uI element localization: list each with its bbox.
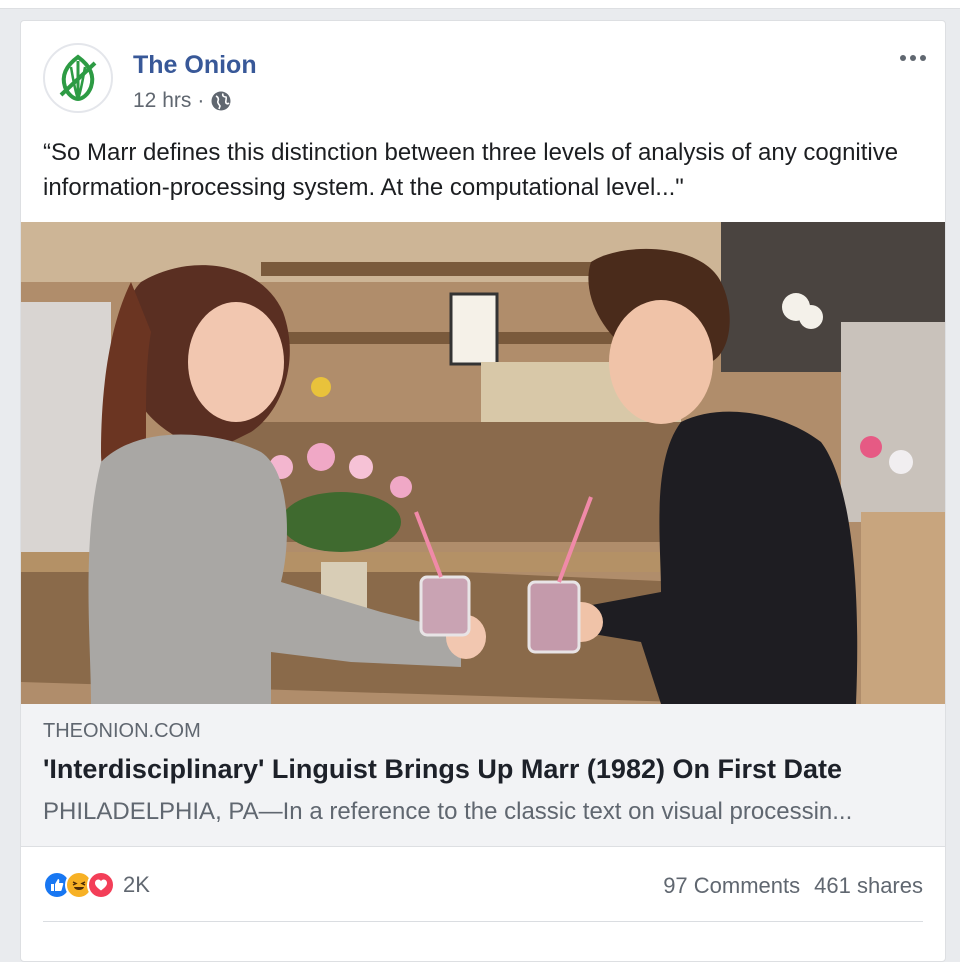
page-name-link[interactable]: The Onion	[133, 51, 257, 80]
more-options-icon	[900, 55, 906, 61]
onion-logo-icon	[59, 54, 97, 102]
post-text: “So Marr defines this distinction betwee…	[43, 139, 899, 201]
cafe-date-photo	[21, 222, 945, 704]
globe-icon[interactable]	[210, 90, 232, 112]
love-icon	[87, 871, 115, 899]
shares-count-link[interactable]: 461 shares	[814, 873, 923, 899]
meta-separator: ·	[197, 89, 205, 112]
footer-divider	[43, 921, 923, 922]
link-preview-image[interactable]	[21, 222, 945, 704]
post-meta: 12 hrs ·	[133, 89, 232, 113]
reaction-summary[interactable]: 2K	[43, 871, 150, 899]
link-title[interactable]: 'Interdisciplinary' Linguist Brings Up M…	[43, 754, 842, 785]
post-card: The Onion 12 hrs · “So Marr defines this…	[20, 20, 946, 962]
link-preview[interactable]: THEONION.COM 'Interdisciplinary' Linguis…	[21, 704, 945, 847]
link-description: PHILADELPHIA, PA—In a reference to the c…	[43, 798, 853, 825]
page-avatar[interactable]	[43, 43, 113, 113]
more-options-button[interactable]	[895, 47, 931, 69]
more-options-icon	[910, 55, 916, 61]
link-domain: THEONION.COM	[43, 720, 201, 742]
comments-count-link[interactable]: 97 Comments	[663, 873, 800, 899]
top-strip	[0, 0, 960, 9]
post-timestamp[interactable]: 12 hrs	[133, 89, 191, 113]
post-stats: 97 Comments 461 shares	[663, 873, 923, 899]
reaction-count: 2K	[123, 872, 150, 897]
more-options-icon	[920, 55, 926, 61]
